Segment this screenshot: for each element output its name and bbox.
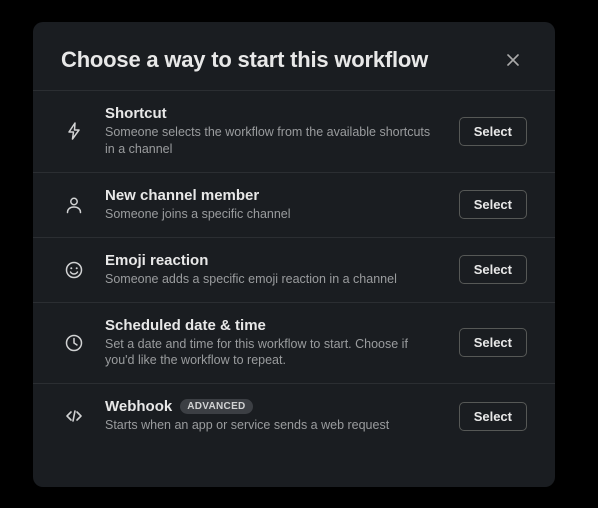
option-desc: Set a date and time for this workflow to… [105,336,441,370]
modal-header: Choose a way to start this workflow [33,46,555,90]
close-button[interactable] [499,46,527,74]
options-list: Shortcut Someone selects the workflow fr… [33,90,555,448]
option-desc: Someone adds a specific emoji reaction i… [105,271,441,288]
option-title: New channel member [105,187,259,204]
option-text: Webhook ADVANCED Starts when an app or s… [105,398,441,434]
clock-icon [61,333,87,353]
option-title: Scheduled date & time [105,317,266,334]
option-desc: Someone joins a specific channel [105,206,441,223]
option-title: Webhook [105,398,172,415]
option-desc: Someone selects the workflow from the av… [105,124,441,158]
option-title: Shortcut [105,105,167,122]
select-button[interactable]: Select [459,190,527,219]
option-title: Emoji reaction [105,252,208,269]
option-scheduled-date-time: Scheduled date & time Set a date and tim… [33,302,555,384]
modal-title: Choose a way to start this workflow [61,47,428,73]
advanced-badge: ADVANCED [180,399,252,414]
option-text: Emoji reaction Someone adds a specific e… [105,252,441,288]
option-desc: Starts when an app or service sends a we… [105,417,441,434]
select-button[interactable]: Select [459,328,527,357]
option-webhook: Webhook ADVANCED Starts when an app or s… [33,383,555,448]
code-icon [61,406,87,426]
select-button[interactable]: Select [459,255,527,284]
option-text: Shortcut Someone selects the workflow fr… [105,105,441,158]
workflow-start-modal: Choose a way to start this workflow Shor… [33,22,555,487]
person-icon [61,195,87,215]
option-shortcut: Shortcut Someone selects the workflow fr… [33,90,555,172]
option-emoji-reaction: Emoji reaction Someone adds a specific e… [33,237,555,302]
emoji-icon [61,260,87,280]
option-new-channel-member: New channel member Someone joins a speci… [33,172,555,237]
select-button[interactable]: Select [459,402,527,431]
close-icon [505,52,521,68]
option-text: New channel member Someone joins a speci… [105,187,441,223]
lightning-icon [61,121,87,141]
select-button[interactable]: Select [459,117,527,146]
option-text: Scheduled date & time Set a date and tim… [105,317,441,370]
